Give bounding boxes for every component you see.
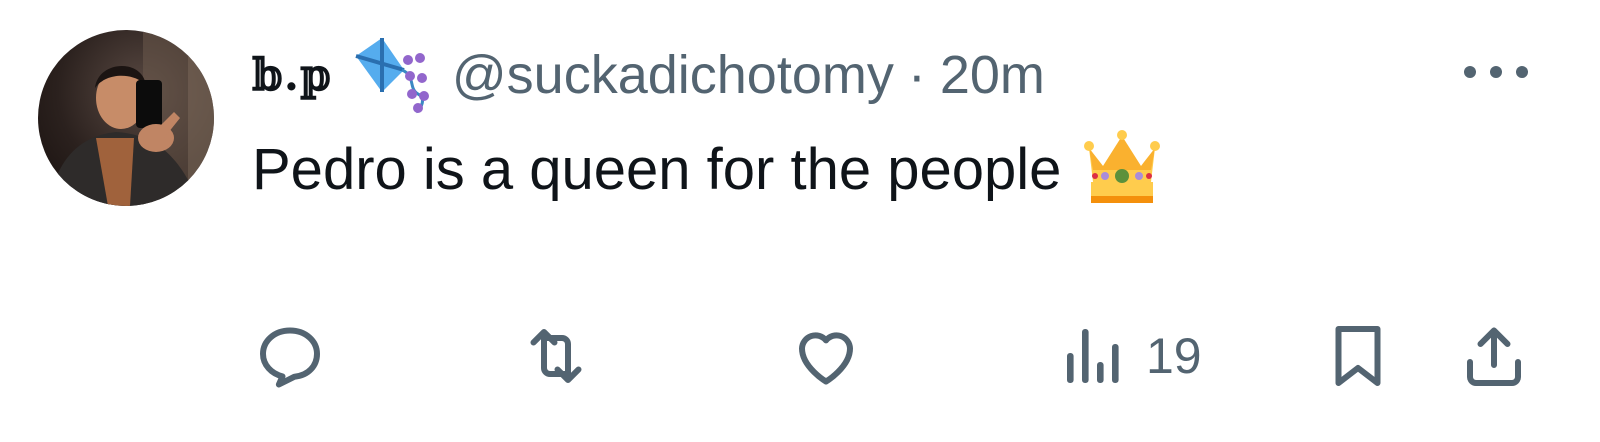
reply-icon	[260, 327, 320, 388]
display-name[interactable]: 𝕓.𝕡	[252, 50, 332, 101]
retweet-button[interactable]	[520, 316, 592, 396]
tweet[interactable]: 𝕓.𝕡 @suckadichotomy · 20m Pedro is a que…	[0, 0, 1600, 442]
share-icon	[1467, 327, 1521, 386]
retweet-icon	[530, 329, 582, 383]
timestamp[interactable]: 20m	[940, 44, 1045, 106]
tweet-actions: 19	[0, 316, 1600, 406]
more-options-icon[interactable]	[1464, 58, 1528, 86]
views-count: 19	[1146, 328, 1202, 384]
tweet-header: 𝕓.𝕡 @suckadichotomy · 20m	[252, 38, 1045, 114]
views-icon	[1067, 329, 1119, 383]
separator-dot: ·	[907, 45, 926, 105]
bookmark-icon	[1335, 326, 1381, 386]
crown-emoji	[1084, 130, 1161, 203]
more-dot	[1516, 66, 1528, 78]
bookmark-button[interactable]	[1322, 316, 1394, 396]
more-dot	[1490, 66, 1502, 78]
reply-button[interactable]	[254, 316, 326, 396]
tweet-text-content: Pedro is a queen for the people	[252, 136, 1062, 202]
handle[interactable]: @suckadichotomy	[452, 44, 894, 106]
more-dot	[1464, 66, 1476, 78]
avatar[interactable]	[38, 30, 214, 206]
kite-emoji	[355, 38, 429, 114]
heart-icon	[799, 332, 853, 385]
views-button[interactable]: 19	[1058, 316, 1202, 396]
share-button[interactable]	[1458, 316, 1530, 396]
tweet-text: Pedro is a queen for the people	[252, 130, 1161, 208]
like-button[interactable]	[790, 316, 862, 396]
